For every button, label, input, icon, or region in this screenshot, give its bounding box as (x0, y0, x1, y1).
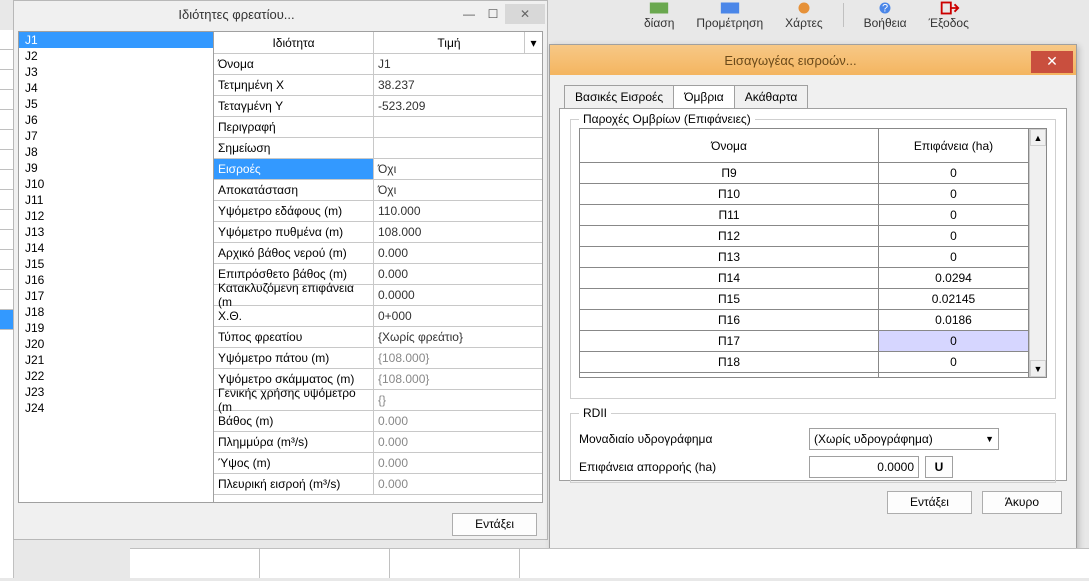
list-item[interactable]: J7 (19, 128, 213, 144)
property-row[interactable]: Υψόμετρο πάτου (m){108.000} (214, 348, 542, 369)
main-toolbar: δίαση Προμέτρηση Χάρτες ?Βοήθεια Έξοδος (630, 0, 1089, 30)
property-row[interactable]: Σημείωση (214, 138, 542, 159)
list-item[interactable]: J10 (19, 176, 213, 192)
property-row[interactable]: Υψόμετρο πυθμένα (m)108.000 (214, 222, 542, 243)
property-row[interactable]: Κατακλυζόμενη επιφάνεια (m0.0000 (214, 285, 542, 306)
hydrograph-label: Μοναδιαίο υδρογράφημα (579, 432, 809, 446)
vertical-ruler (0, 30, 14, 578)
property-row[interactable]: Τετμημένη X38.237 (214, 75, 542, 96)
tab-rain[interactable]: Όμβρια (673, 85, 735, 108)
list-item[interactable]: J8 (19, 144, 213, 160)
list-item[interactable]: J2 (19, 48, 213, 64)
col-property: Ιδιότητα (214, 32, 374, 53)
table-row[interactable]: Π100 (580, 184, 1029, 205)
list-item[interactable]: J18 (19, 304, 213, 320)
svg-text:?: ? (882, 3, 888, 15)
table-row[interactable]: Π170 (580, 331, 1029, 352)
list-item[interactable]: J19 (19, 320, 213, 336)
group-label: RDII (579, 406, 611, 420)
table-row[interactable]: Π120 (580, 226, 1029, 247)
minimize-icon[interactable]: — (457, 4, 481, 24)
list-item[interactable]: J9 (19, 160, 213, 176)
tab-basic[interactable]: Βασικές Εισροές (564, 85, 674, 108)
property-row[interactable]: Γενικής χρήσης υψόμετρο (m{} (214, 390, 542, 411)
inflows-dialog: Εισαγωγέας εισροών... ✕ Βασικές Εισροές … (549, 44, 1077, 568)
col-area: Επιφάνεια (ha) (879, 129, 1029, 162)
list-item[interactable]: J5 (19, 96, 213, 112)
list-item[interactable]: J24 (19, 400, 213, 416)
close-icon[interactable]: ✕ (1031, 51, 1073, 73)
dialog-title: Εισαγωγέας εισροών... (550, 53, 1031, 68)
list-item[interactable]: J6 (19, 112, 213, 128)
table-row[interactable]: Π140.0294 (580, 268, 1029, 289)
col-value: Τιμή (374, 32, 525, 53)
property-row[interactable]: Χ.Θ.0+000 (214, 306, 542, 327)
tab-sewage[interactable]: Ακάθαρτα (734, 85, 809, 108)
group-label: Παροχές Ομβρίων (Επιφάνειες) (579, 112, 755, 126)
toolbar-btn[interactable]: δίαση (636, 0, 682, 30)
property-row[interactable]: Πλημμύρα (m³/s)0.000 (214, 432, 542, 453)
scroll-down-icon[interactable]: ▼ (1030, 360, 1046, 377)
property-row[interactable]: Υψόμετρο εδάφους (m)110.000 (214, 201, 542, 222)
property-row[interactable]: ΑποκατάστασηΌχι (214, 180, 542, 201)
list-item[interactable]: J22 (19, 368, 213, 384)
list-item[interactable]: J4 (19, 80, 213, 96)
close-icon[interactable]: ✕ (505, 4, 545, 24)
surfaces-table[interactable]: Όνομα Επιφάνεια (ha) Π90Π100Π110Π120Π130… (579, 128, 1047, 378)
toolbar-btn-help[interactable]: ?Βοήθεια (856, 0, 915, 30)
rdii-group: RDII Μοναδιαίο υδρογράφημα (Χωρίς υδρογρ… (570, 413, 1056, 483)
list-item[interactable]: J21 (19, 352, 213, 368)
list-item[interactable]: J3 (19, 64, 213, 80)
runoff-area-label: Επιφάνεια απορροής (ha) (579, 460, 809, 474)
dropdown-icon[interactable]: ▾ (525, 32, 542, 53)
table-row[interactable]: Π190 (580, 373, 1029, 377)
tab-strip: Βασικές Εισροές Όμβρια Ακάθαρτα (564, 85, 1076, 108)
property-row[interactable]: Πλευρική εισροή (m³/s)0.000 (214, 474, 542, 495)
list-item[interactable]: J17 (19, 288, 213, 304)
col-name: Όνομα (580, 129, 879, 162)
ok-button[interactable]: Εντάξει (887, 491, 972, 514)
list-item[interactable]: J16 (19, 272, 213, 288)
unit-button[interactable]: U (925, 456, 953, 478)
property-grid: Ιδιότητα Τιμή ▾ ΌνομαJ1Τετμημένη X38.237… (213, 31, 543, 503)
table-row[interactable]: Π130 (580, 247, 1029, 268)
ok-button[interactable]: Εντάξει (452, 513, 537, 536)
list-item[interactable]: J23 (19, 384, 213, 400)
list-item[interactable]: J15 (19, 256, 213, 272)
property-row[interactable]: Βάθος (m)0.000 (214, 411, 542, 432)
property-row[interactable]: Αρχικό βάθος νερού (m)0.000 (214, 243, 542, 264)
status-strip (130, 548, 1089, 578)
surfaces-group: Παροχές Ομβρίων (Επιφάνειες) Όνομα Επιφά… (570, 119, 1056, 399)
property-row[interactable]: Τεταγμένη Y-523.209 (214, 96, 542, 117)
property-row[interactable]: ΕισροέςΌχι (214, 159, 542, 180)
list-item[interactable]: J20 (19, 336, 213, 352)
chevron-down-icon: ▼ (985, 434, 994, 444)
table-row[interactable]: Π90 (580, 163, 1029, 184)
scroll-up-icon[interactable]: ▲ (1030, 129, 1046, 146)
toolbar-btn-exit[interactable]: Έξοδος (921, 0, 977, 30)
list-item[interactable]: J1 (19, 32, 213, 48)
runoff-area-input[interactable] (809, 456, 919, 478)
table-row[interactable]: Π180 (580, 352, 1029, 373)
table-row[interactable]: Π110 (580, 205, 1029, 226)
junction-list[interactable]: J1J2J3J4J5J6J7J8J9J10J11J12J13J14J15J16J… (18, 31, 214, 503)
toolbar-btn[interactable]: Προμέτρηση (688, 0, 771, 30)
scrollbar[interactable]: ▲ ▼ (1029, 129, 1046, 377)
properties-window: Ιδιότητες φρεατίου... — ☐ ✕ J1J2J3J4J5J6… (13, 0, 548, 540)
list-item[interactable]: J14 (19, 240, 213, 256)
property-row[interactable]: Τύπος φρεατίου{Χωρίς φρεάτιο} (214, 327, 542, 348)
table-row[interactable]: Π150.02145 (580, 289, 1029, 310)
property-row[interactable]: Περιγραφή (214, 117, 542, 138)
table-row[interactable]: Π160.0186 (580, 310, 1029, 331)
property-row[interactable]: Ύψος (m)0.000 (214, 453, 542, 474)
window-title: Ιδιότητες φρεατίου... (16, 7, 457, 22)
property-row[interactable]: ΌνομαJ1 (214, 54, 542, 75)
maximize-icon[interactable]: ☐ (481, 4, 505, 24)
toolbar-btn[interactable]: Χάρτες (777, 0, 830, 30)
hydrograph-select[interactable]: (Χωρίς υδρογράφημα)▼ (809, 428, 999, 450)
list-item[interactable]: J12 (19, 208, 213, 224)
list-item[interactable]: J13 (19, 224, 213, 240)
cancel-button[interactable]: Άκυρο (982, 491, 1062, 514)
list-item[interactable]: J11 (19, 192, 213, 208)
